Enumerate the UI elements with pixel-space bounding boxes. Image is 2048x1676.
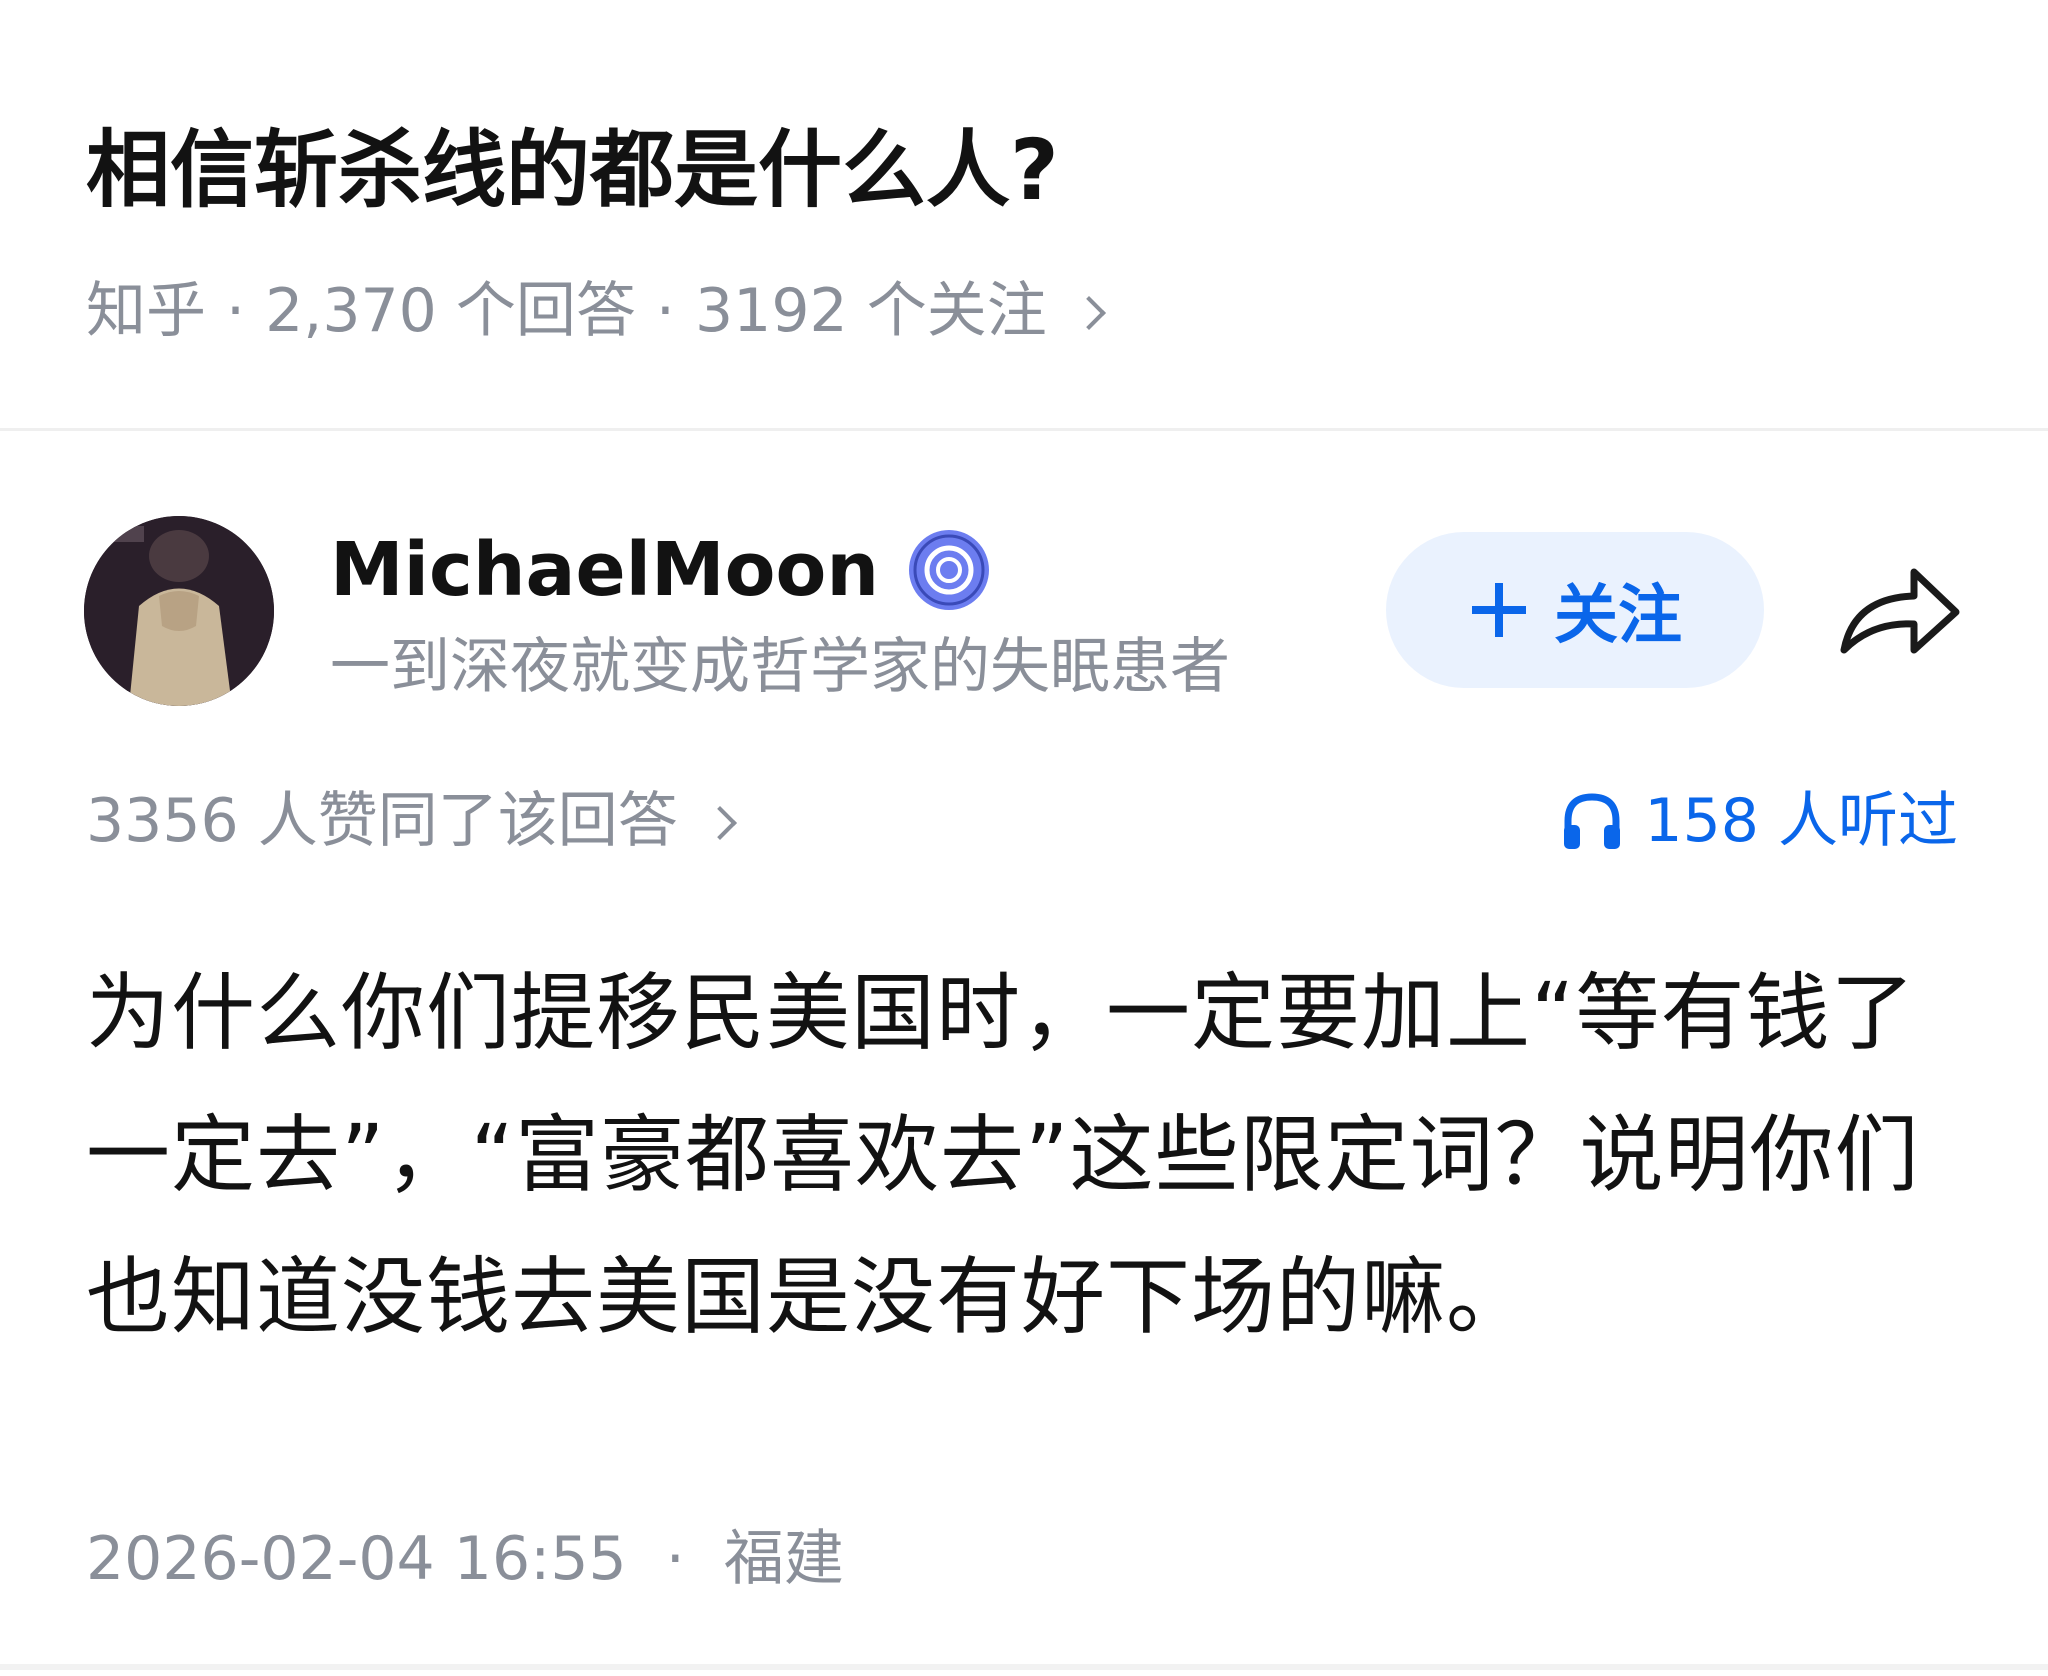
listen-count-text: 158 人听过 [1644,786,1958,856]
upvote-summary-text: 3356 人赞同了该回答 [86,786,678,856]
answer-location: 福建 [723,1524,844,1594]
avatar-image [84,516,274,706]
chevron-right-icon [1071,296,1106,330]
chevron-right-icon [702,806,737,840]
verified-badge-icon[interactable] [907,528,991,612]
author-name[interactable]: MichaelMoon [330,520,879,620]
answer-stats-row: 3356 人赞同了该回答 158 人听过 [0,778,2048,868]
upvote-summary[interactable]: 3356 人赞同了该回答 [86,778,737,864]
author-name-line: MichaelMoon [330,520,991,620]
author-row: MichaelMoon 一到深夜就变成哲学家的失眠患者 关注 [0,500,2048,730]
plus-icon [1472,583,1526,637]
footer-separator: · [665,1524,685,1594]
bottom-divider [0,1664,2048,1670]
follow-button-label: 关注 [1554,579,1682,653]
section-divider [0,428,2048,431]
avatar[interactable] [84,516,274,706]
follow-count: 3192 个关注 [695,276,1047,346]
question-title[interactable]: 相信斩杀线的都是什么人? [86,112,1059,228]
headphone-icon [1564,793,1621,849]
share-icon[interactable] [1836,560,1964,660]
answer-content[interactable]: 为什么你们提移民美国时，一定要加上“等有钱了一定去”，“富豪都喜欢去”这些限定词… [86,942,1966,1368]
author-bio: 一到深夜就变成哲学家的失眠患者 [330,632,1230,702]
question-header: 相信斩杀线的都是什么人? 知乎 · 2,370 个回答 · 3192 个关注 [0,0,2048,428]
meta-separator: · [226,276,246,346]
meta-separator: · [655,276,675,346]
answer-count: 2,370 个回答 [265,276,636,346]
answer-timestamp: 2026-02-04 16:55 [86,1524,627,1594]
listen-count[interactable]: 158 人听过 [1560,778,1958,864]
question-meta[interactable]: 知乎 · 2,370 个回答 · 3192 个关注 [86,268,1106,354]
follow-button[interactable]: 关注 [1386,532,1764,688]
question-source: 知乎 [86,276,206,346]
answer-footer: 2026-02-04 16:55 · 福建 [86,1516,844,1602]
